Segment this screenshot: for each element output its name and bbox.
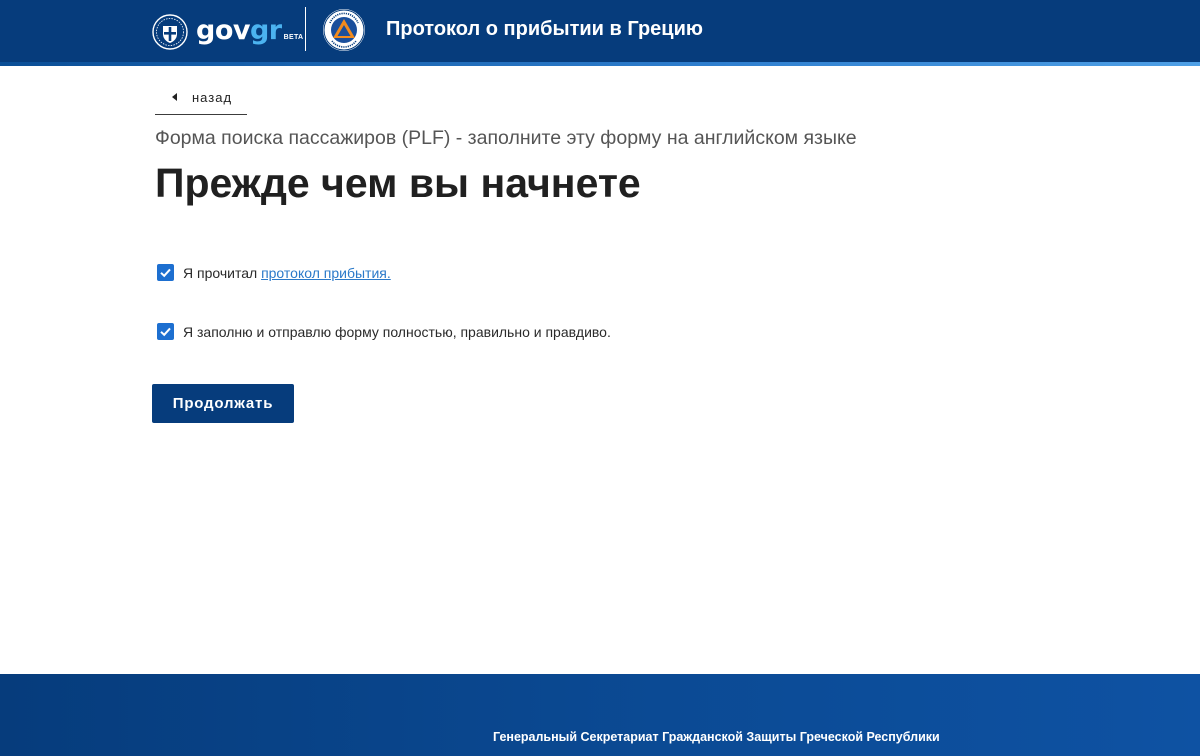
civil-protection-logo-icon bbox=[323, 9, 365, 51]
back-label: назад bbox=[192, 90, 233, 105]
arrival-protocol-link[interactable]: протокол прибытия. bbox=[261, 265, 391, 281]
checkbox-label: Я прочитал протокол прибытия. bbox=[183, 265, 391, 281]
checkmark-icon bbox=[160, 327, 171, 337]
beta-badge: BETA bbox=[283, 33, 304, 41]
govgr-logo: govgr bbox=[196, 14, 282, 46]
page: govgr BETA Протокол о прибытии в Грецию … bbox=[0, 0, 1200, 756]
checkbox-label-text: Я заполню и отправлю форму полностью, пр… bbox=[183, 323, 611, 340]
site-header: govgr BETA Протокол о прибытии в Грецию bbox=[0, 0, 1200, 62]
checkbox-checked[interactable] bbox=[157, 264, 174, 281]
continue-button[interactable]: Продолжать bbox=[152, 384, 294, 423]
greek-emblem-icon bbox=[152, 14, 188, 50]
back-link[interactable]: назад bbox=[155, 88, 247, 115]
header-accent-stripe bbox=[0, 62, 1200, 66]
site-title: Протокол о прибытии в Грецию bbox=[386, 18, 703, 40]
checkbox-label-text: Я прочитал bbox=[183, 264, 262, 281]
site-footer: Генеральный Секретариат Гражданской Защи… bbox=[0, 674, 1200, 756]
page-title: Прежде чем вы начнете bbox=[155, 160, 641, 206]
checkbox-complete-form[interactable]: Я заполню и отправлю форму полностью, пр… bbox=[157, 323, 611, 340]
checkbox-read-protocol[interactable]: Я прочитал протокол прибытия. bbox=[157, 264, 391, 281]
govgr-brand[interactable]: govgr BETA bbox=[152, 12, 303, 52]
caret-left-icon bbox=[172, 93, 177, 101]
header-divider bbox=[305, 7, 306, 51]
checkbox-checked[interactable] bbox=[157, 323, 174, 340]
checkmark-icon bbox=[160, 268, 171, 278]
form-subtitle: Форма поиска пассажиров (PLF) - заполнит… bbox=[155, 127, 857, 149]
footer-text: Генеральный Секретариат Гражданской Защи… bbox=[493, 730, 940, 744]
